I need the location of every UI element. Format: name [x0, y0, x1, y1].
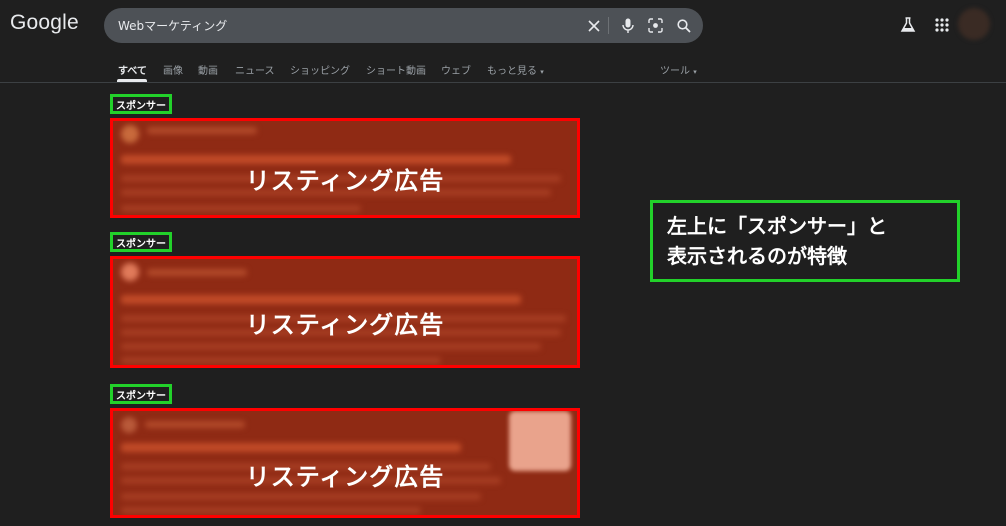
- listing-ad[interactable]: リスティング広告: [110, 408, 580, 518]
- tab-more[interactable]: もっと見る ▾: [487, 62, 544, 77]
- sponsor-label: スポンサー: [110, 384, 172, 404]
- close-icon[interactable]: [585, 17, 602, 34]
- tab-more-label: もっと見る: [487, 66, 537, 77]
- search-tabs: すべて 画像 動画 ニュース ショッピング ショート動画 ウェブ もっと見る ▾…: [0, 54, 1006, 83]
- tab-web[interactable]: ウェブ: [441, 62, 471, 77]
- caret-down-icon: ▾: [540, 68, 544, 76]
- ad-label: リスティング広告: [245, 167, 445, 195]
- ad-label: リスティング広告: [245, 463, 445, 491]
- active-tab-indicator: [117, 79, 147, 82]
- google-logo[interactable]: Google: [10, 11, 79, 35]
- account-avatar[interactable]: [958, 8, 990, 40]
- search-divider: [608, 17, 609, 34]
- search-box[interactable]: Webマーケティング: [104, 8, 703, 43]
- sponsor-label: スポンサー: [110, 232, 172, 252]
- callout-line-1: 左上に「スポンサー」と: [667, 214, 887, 238]
- search-input[interactable]: Webマーケティング: [118, 17, 227, 34]
- mic-icon[interactable]: [619, 17, 636, 34]
- listing-ad[interactable]: リスティング広告: [110, 118, 580, 218]
- annotation-callout: 左上に「スポンサー」と 表示されるのが特徴: [650, 200, 960, 282]
- tab-news[interactable]: ニュース: [235, 62, 275, 77]
- sponsor-label: スポンサー: [110, 94, 172, 114]
- tab-short-videos[interactable]: ショート動画: [366, 62, 426, 77]
- tools-label: ツール: [660, 66, 690, 77]
- lens-icon[interactable]: [647, 17, 664, 34]
- ad-label: リスティング広告: [245, 311, 445, 339]
- search-icon[interactable]: [675, 17, 692, 34]
- caret-down-icon: ▾: [693, 68, 697, 76]
- tab-shopping[interactable]: ショッピング: [290, 62, 350, 77]
- header: Google Webマーケティング: [0, 0, 1006, 54]
- tab-all[interactable]: すべて: [118, 62, 147, 77]
- apps-grid-icon[interactable]: [932, 15, 952, 35]
- listing-ad[interactable]: リスティング広告: [110, 256, 580, 368]
- labs-flask-icon[interactable]: [898, 15, 918, 35]
- callout-line-2: 表示されるのが特徴: [667, 244, 847, 268]
- tab-images[interactable]: 画像: [163, 62, 183, 77]
- tools-button[interactable]: ツール ▾: [660, 62, 697, 77]
- tab-videos[interactable]: 動画: [198, 62, 218, 77]
